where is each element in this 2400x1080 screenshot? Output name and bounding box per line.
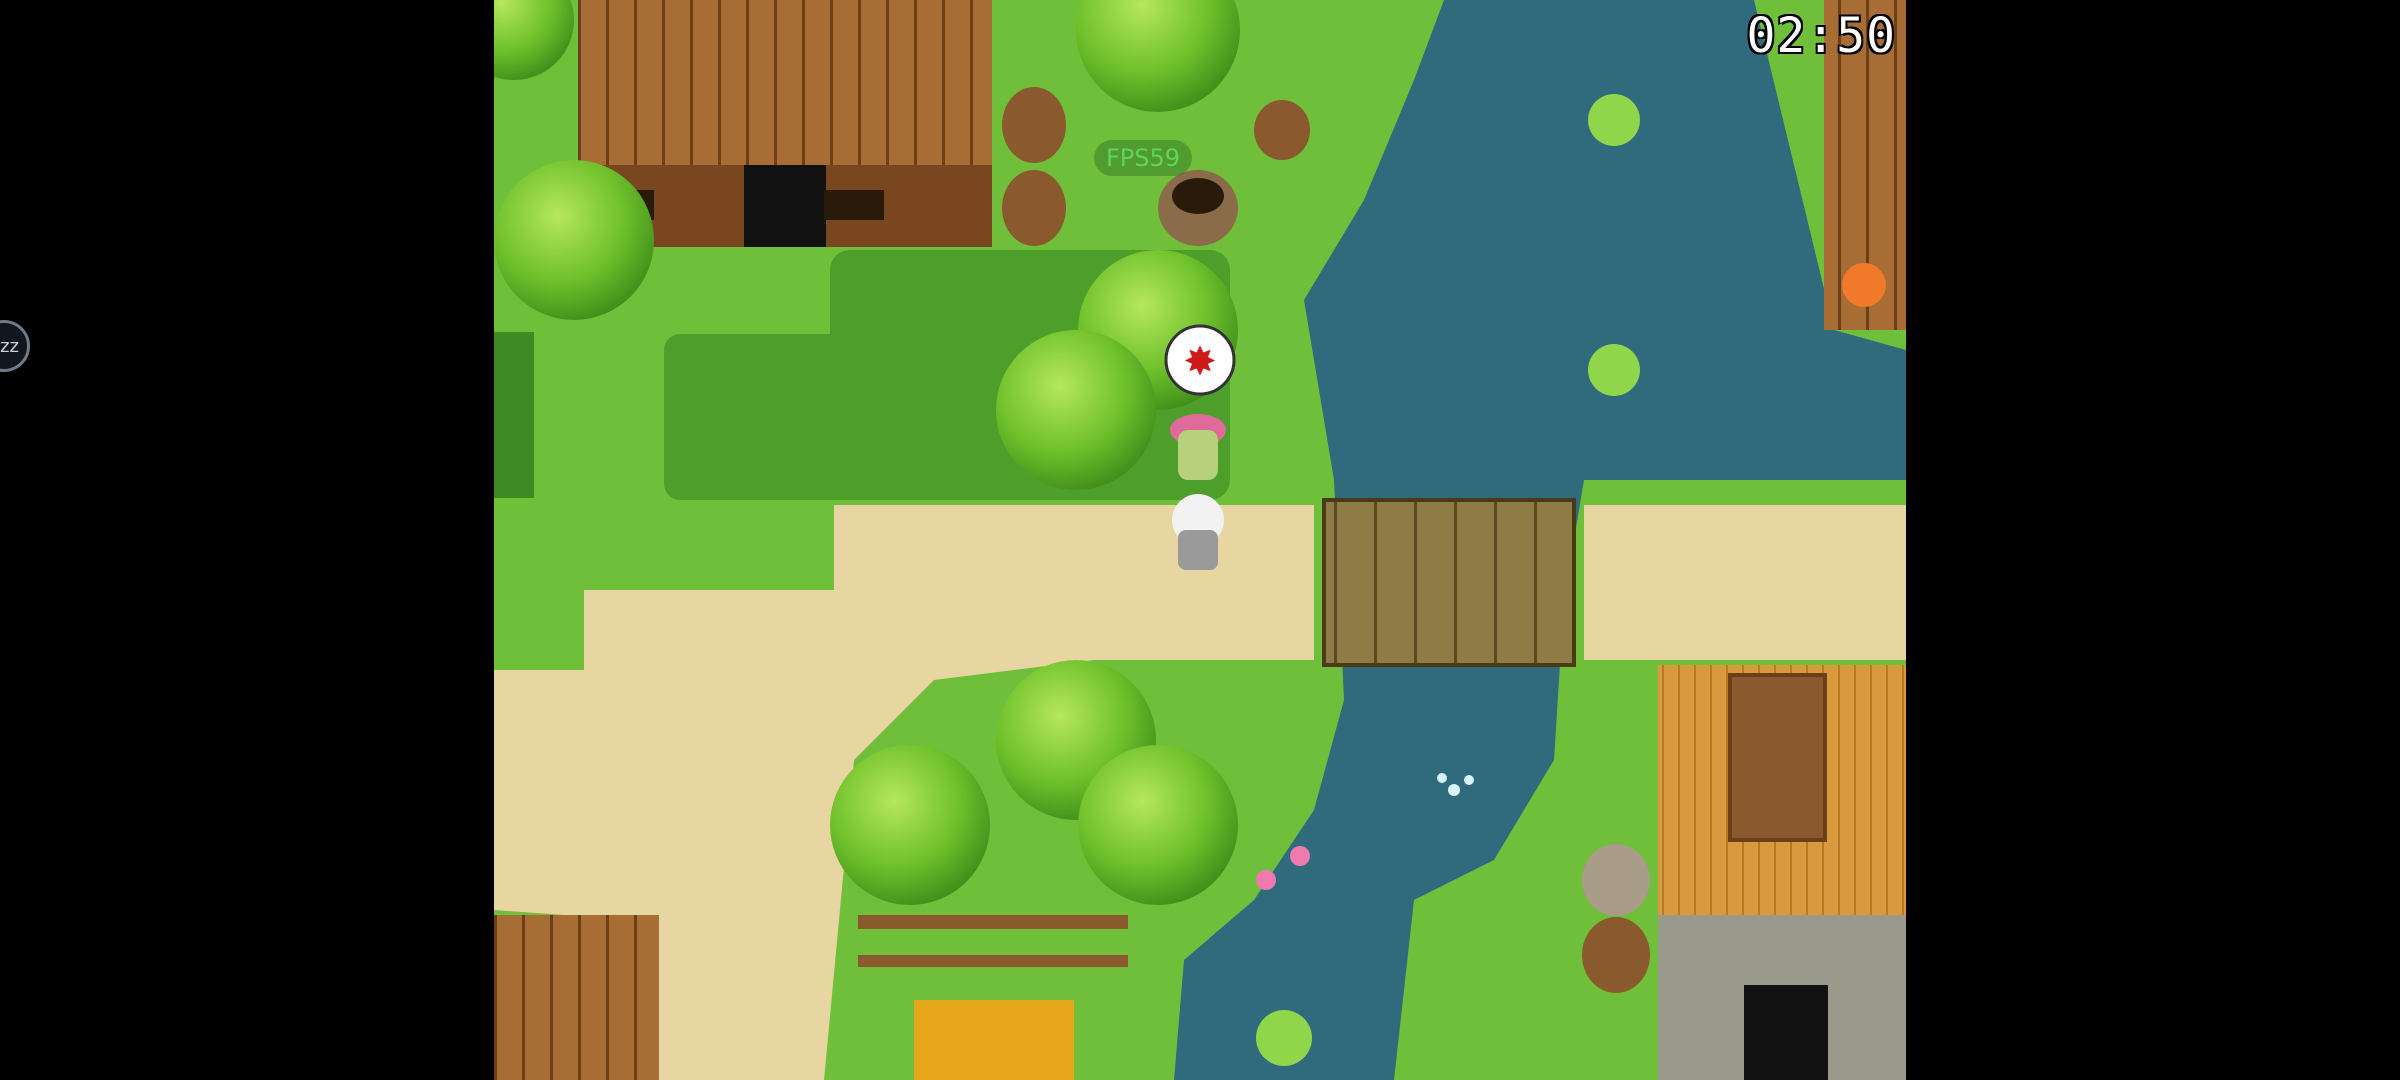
clay-pot [1582,844,1650,916]
anger-emote-bubble: ✸ [1164,324,1236,396]
stone-well [1158,170,1238,246]
shed-bottom-left [494,915,659,1080]
side-menu-label: zz [0,335,19,357]
player-white-hair [1172,494,1224,570]
game-timer: 02:50 [1746,8,1896,64]
npc-pink-hat [1170,414,1226,480]
thatched-house [1658,665,1906,1080]
side-menu-button[interactable]: zz [0,320,30,372]
game-viewport[interactable]: ✸ 02:50 FPS59 [494,0,1906,1080]
map-canvas: ✸ [494,0,1906,1080]
fps-counter: FPS59 [1094,140,1193,176]
svg-text:✸: ✸ [1183,339,1217,385]
wooden-bridge [1322,498,1576,667]
